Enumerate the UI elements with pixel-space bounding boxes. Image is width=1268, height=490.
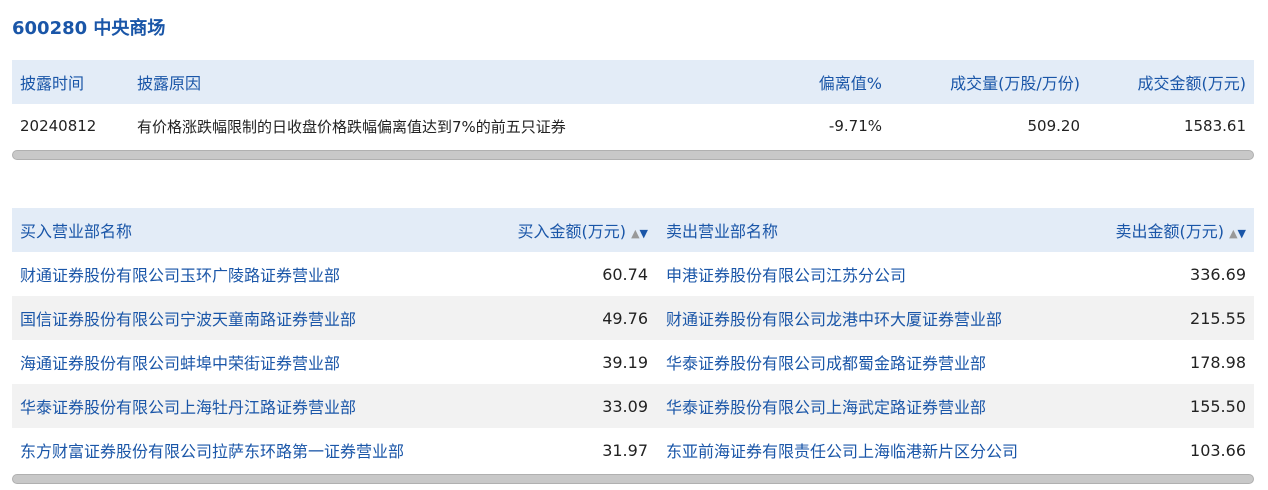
sell-desk-name[interactable]: 华泰证券股份有限公司上海武定路证券营业部 [656,394,1072,418]
sort-down-icon[interactable]: ▼ [640,227,648,240]
sort-down-icon[interactable]: ▼ [1238,227,1246,240]
sell-amount: 215.55 [1190,308,1246,328]
buy-desk-name[interactable]: 华泰证券股份有限公司上海牡丹江路证券营业部 [12,394,484,418]
col-reason-header: 披露原因 [137,74,202,93]
summary-header-row: 披露时间 披露原因 偏离值% 成交量(万股/万份) 成交金额(万元) [12,60,1254,104]
summary-volume: 509.20 [1027,117,1081,135]
buy-name-header: 买入营业部名称 [20,222,133,241]
table-row: 国信证券股份有限公司宁波天童南路证券营业部 49.76 财通证券股份有限公司龙港… [12,296,1254,340]
sell-name-header: 卖出营业部名称 [666,222,779,241]
table-row: 东方财富证券股份有限公司拉萨东环路第一证券营业部 31.97 东亚前海证券有限责… [12,428,1254,472]
buy-desk-name[interactable]: 国信证券股份有限公司宁波天童南路证券营业部 [12,306,484,330]
summary-horizontal-scrollbar[interactable] [12,150,1254,160]
summary-reason: 有价格涨跌幅限制的日收盘价格跌幅偏离值达到7%的前五只证券 [137,117,566,136]
buy-amount-header-label: 买入金额(万元) [517,222,626,241]
sell-amount: 103.66 [1190,440,1246,460]
sell-amount-header-label: 卖出金额(万元) [1115,222,1224,241]
sell-desk-name[interactable]: 华泰证券股份有限公司成都蜀金路证券营业部 [656,350,1072,374]
buy-amount: 39.19 [602,352,648,372]
table-row: 华泰证券股份有限公司上海牡丹江路证券营业部 33.09 华泰证券股份有限公司上海… [12,384,1254,428]
sort-up-icon[interactable]: ▲ [631,227,639,240]
buy-amount-header[interactable]: 买入金额(万元) ▲▼ [484,218,656,242]
buy-amount: 49.76 [602,308,648,328]
summary-table: 披露时间 披露原因 偏离值% 成交量(万股/万份) 成交金额(万元) 20240… [12,60,1254,160]
col-amount-header: 成交金额(万元) [1137,74,1247,93]
col-date-header: 披露时间 [20,74,85,93]
desk-header-row: 买入营业部名称 买入金额(万元) ▲▼ 卖出营业部名称 卖出金额(万元) ▲▼ [12,208,1254,252]
page-title: 600280 中央商场 [12,18,166,39]
sell-desk-name[interactable]: 财通证券股份有限公司龙港中环大厦证券营业部 [656,306,1072,330]
desk-horizontal-scrollbar[interactable] [12,474,1254,484]
sell-desk-name[interactable]: 申港证券股份有限公司江苏分公司 [656,262,1072,286]
table-row: 财通证券股份有限公司玉环广陵路证券营业部 60.74 申港证券股份有限公司江苏分… [12,252,1254,296]
col-deviation-header: 偏离值% [818,74,882,93]
buy-desk-name[interactable]: 财通证券股份有限公司玉环广陵路证券营业部 [12,262,484,286]
buy-desk-name[interactable]: 东方财富证券股份有限公司拉萨东环路第一证券营业部 [12,438,484,462]
buy-amount: 33.09 [602,396,648,416]
sell-amount-header[interactable]: 卖出金额(万元) ▲▼ [1072,218,1254,242]
sort-up-icon[interactable]: ▲ [1229,227,1237,240]
table-row: 海通证券股份有限公司蚌埠中荣街证券营业部 39.19 华泰证券股份有限公司成都蜀… [12,340,1254,384]
trading-desk-tables: 买入营业部名称 买入金额(万元) ▲▼ 卖出营业部名称 卖出金额(万元) ▲▼ … [12,208,1254,484]
summary-amount: 1583.61 [1183,117,1246,135]
col-volume-header: 成交量(万股/万份) [950,74,1080,93]
sell-amount: 155.50 [1190,396,1246,416]
summary-date: 20240812 [20,117,97,135]
buy-amount: 60.74 [602,264,648,284]
sell-desk-name[interactable]: 东亚前海证券有限责任公司上海临港新片区分公司 [656,438,1072,462]
sell-amount: 336.69 [1190,264,1246,284]
summary-data-row: 20240812 有价格涨跌幅限制的日收盘价格跌幅偏离值达到7%的前五只证券 -… [12,104,1254,148]
sell-amount: 178.98 [1190,352,1246,372]
buy-amount: 31.97 [602,440,648,460]
summary-deviation: -9.71% [828,117,882,135]
buy-desk-name[interactable]: 海通证券股份有限公司蚌埠中荣街证券营业部 [12,350,484,374]
